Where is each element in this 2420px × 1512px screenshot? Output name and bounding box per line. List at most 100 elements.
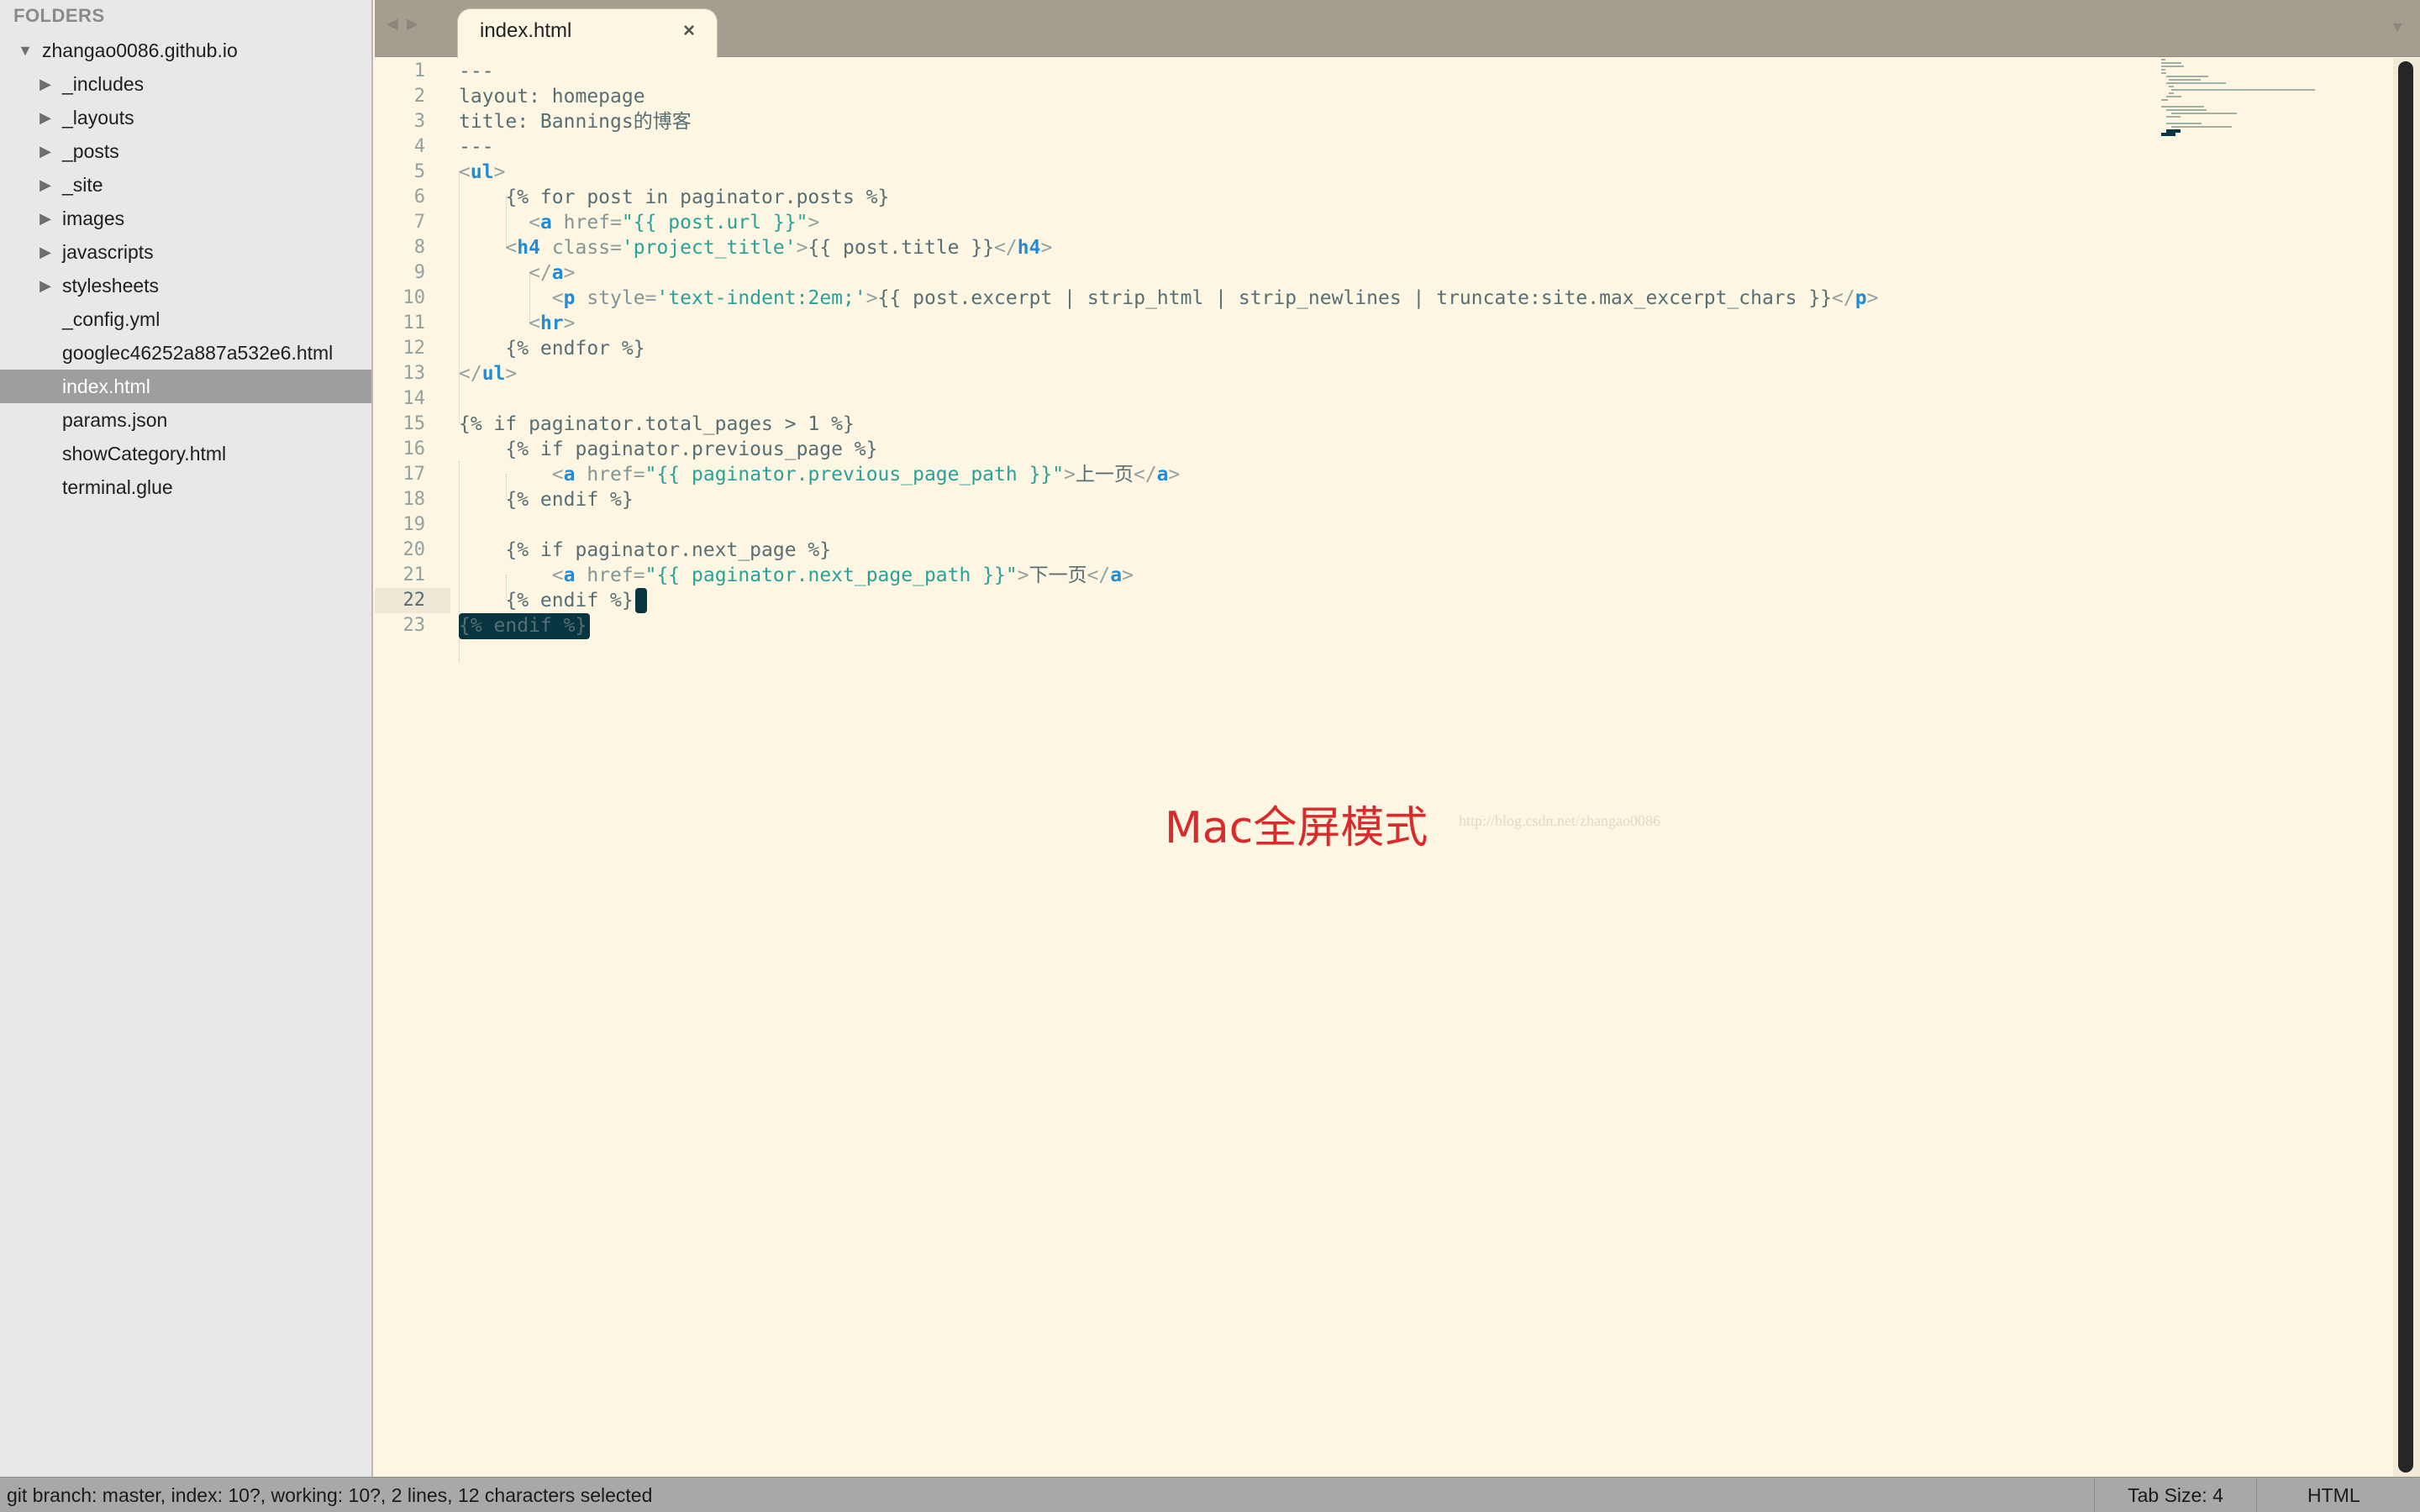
- close-icon[interactable]: ×: [683, 19, 695, 43]
- status-text: git branch: master, index: 10?, working:…: [7, 1484, 653, 1506]
- minimap-line: [2166, 82, 2226, 84]
- tree-folder-layouts[interactable]: ▶ _layouts: [0, 101, 371, 134]
- triangle-right-icon[interactable]: ▶: [37, 67, 54, 101]
- tree-folder-javascripts[interactable]: ▶ javascripts: [0, 235, 371, 269]
- tree-file-index-selected[interactable]: index.html: [0, 370, 371, 403]
- tree-file-label: terminal.glue: [62, 476, 173, 498]
- tab-nav-arrows-icon[interactable]: ◀▶: [387, 15, 427, 33]
- tree-file-label: showCategory.html: [62, 443, 227, 465]
- line-number: 8: [413, 237, 425, 258]
- tab-overflow-icon[interactable]: ▼: [2390, 18, 2405, 36]
- minimap-line: [2166, 109, 2207, 111]
- triangle-right-icon[interactable]: ▶: [37, 168, 54, 202]
- tree-file-label: _config.yml: [62, 308, 160, 330]
- minimap[interactable]: [2161, 59, 2363, 151]
- line-number: 5: [413, 161, 425, 182]
- line-number: 23: [402, 615, 426, 636]
- line-number: 10: [402, 287, 426, 308]
- tree-folder-stylesheets[interactable]: ▶ stylesheets: [0, 269, 371, 302]
- minimap-line: [2161, 133, 2175, 136]
- minimap-line: [2161, 59, 2165, 60]
- minimap-line: [2161, 62, 2181, 64]
- triangle-right-icon[interactable]: ▶: [37, 235, 54, 269]
- minimap-line: [2161, 99, 2168, 101]
- tree-root-folder[interactable]: ▼ zhangao0086.github.io: [0, 34, 371, 67]
- line-number: 15: [402, 413, 426, 434]
- sidebar: FOLDERS ▼ zhangao0086.github.io ▶ _inclu…: [0, 0, 373, 1477]
- minimap-line: [2166, 116, 2181, 118]
- tab-index-html[interactable]: index.html ×: [457, 8, 718, 58]
- triangle-right-icon[interactable]: ▶: [37, 134, 54, 168]
- line-number: 14: [402, 388, 426, 409]
- triangle-right-icon[interactable]: ▶: [37, 269, 54, 302]
- tree-folder-images[interactable]: ▶ images: [0, 202, 371, 235]
- status-bar: git branch: master, index: 10?, working:…: [0, 1477, 2420, 1512]
- tree-folder-label: images: [62, 207, 125, 229]
- minimap-line: [2171, 113, 2237, 114]
- code-line: ---: [459, 136, 494, 158]
- tree-folder-label: _posts: [62, 140, 119, 162]
- triangle-right-icon[interactable]: ▶: [37, 202, 54, 235]
- line-number: 21: [402, 564, 426, 585]
- code-line: <h4 class='project_title'>{{ post.title …: [505, 237, 1053, 259]
- selection-highlight: [635, 588, 647, 613]
- tree-file-label: index.html: [62, 375, 150, 397]
- tree-file-terminal[interactable]: terminal.glue: [0, 470, 371, 504]
- code-line: <p style='text-indent:2em;'>{{ post.exce…: [551, 287, 1879, 309]
- line-number: 7: [413, 212, 425, 233]
- tree-file-label: params.json: [62, 409, 168, 431]
- scrollbar-thumb[interactable]: [2398, 61, 2413, 1473]
- minimap-line: [2166, 123, 2202, 124]
- line-number: 6: [413, 186, 425, 207]
- vertical-scrollbar[interactable]: [2393, 58, 2420, 1477]
- code-editor[interactable]: 1 2 3 4 5 6 7 8 9 10 11 12 13 14 15 16 17 18 19 20 21 22 23 --…: [375, 58, 2393, 1477]
- code-line: <a href="{{ paginator.previous_page_path…: [551, 464, 1181, 486]
- code-line: title: Bannings的博客: [459, 111, 692, 133]
- line-number: 16: [402, 438, 426, 459]
- tree-file-label: googlec46252a887a532e6.html: [62, 342, 334, 364]
- code-line: ---: [459, 60, 494, 82]
- code-line: </ul>: [459, 363, 518, 385]
- line-number: 17: [402, 464, 426, 485]
- tree-file-params[interactable]: params.json: [0, 403, 371, 437]
- line-number: 19: [402, 514, 426, 535]
- line-number: 4: [413, 136, 425, 157]
- minimap-line: [2161, 69, 2165, 71]
- minimap-line: [2161, 72, 2166, 74]
- tab-bar: ◀▶ index.html × ▼: [375, 0, 2420, 58]
- code-line: <ul>: [459, 161, 506, 183]
- code-line: {% for post in paginator.posts %}: [459, 186, 890, 208]
- code-line: {% if paginator.next_page %}: [459, 539, 832, 561]
- tab-size-selector[interactable]: Tab Size: 4: [2094, 1478, 2257, 1512]
- code-line: <a href="{{ paginator.next_page_path }}"…: [551, 564, 1134, 586]
- minimap-line: [2166, 96, 2181, 97]
- minimap-line: [2171, 126, 2232, 128]
- line-number: 20: [402, 539, 426, 560]
- line-number: 11: [402, 312, 426, 333]
- minimap-line: [2169, 86, 2174, 87]
- line-number: 12: [402, 338, 426, 359]
- code-line: layout: homepage: [459, 86, 645, 108]
- line-number: 1: [413, 60, 425, 81]
- tree-file-config[interactable]: _config.yml: [0, 302, 371, 336]
- triangle-right-icon[interactable]: ▶: [37, 101, 54, 134]
- tree-folder-includes[interactable]: ▶ _includes: [0, 67, 371, 101]
- code-line: {% if paginator.total_pages > 1 %}: [459, 413, 855, 435]
- tree-folder-posts[interactable]: ▶ _posts: [0, 134, 371, 168]
- tree-file-google[interactable]: googlec46252a887a532e6.html: [0, 336, 371, 370]
- minimap-line: [2171, 89, 2315, 91]
- minimap-line: [2169, 92, 2174, 94]
- code-area[interactable]: --- layout: homepage title: Bannings的博客 ---…: [459, 58, 2349, 1477]
- triangle-down-icon[interactable]: ▼: [17, 34, 34, 67]
- line-number: 22: [402, 590, 426, 611]
- code-line: {% endfor %}: [459, 338, 645, 360]
- minimap-line: [2169, 79, 2201, 81]
- code-line: {% if paginator.previous_page %}: [459, 438, 878, 460]
- tab-label: index.html: [480, 19, 572, 42]
- tree-folder-label: javascripts: [62, 241, 154, 263]
- tree-folder-site[interactable]: ▶ _site: [0, 168, 371, 202]
- tree-file-showcategory[interactable]: showCategory.html: [0, 437, 371, 470]
- minimap-line: [2161, 106, 2204, 108]
- tree-folder-label: _layouts: [62, 107, 134, 129]
- syntax-selector[interactable]: HTML: [2307, 1478, 2360, 1512]
